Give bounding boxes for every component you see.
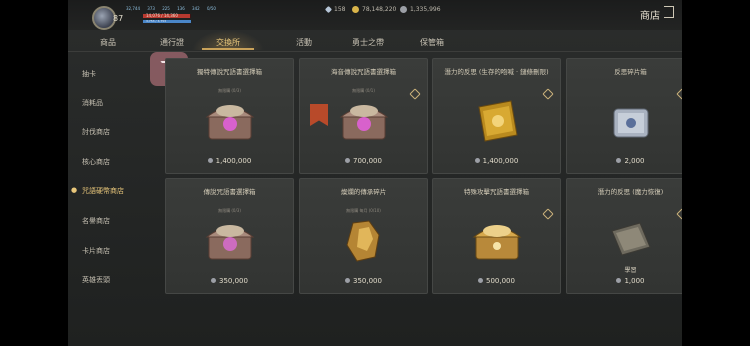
- silver-coin-icon: [616, 158, 622, 163]
- card-price: 1,400,000: [166, 157, 293, 165]
- silver-coin-icon: [474, 158, 480, 163]
- sidebar-item-core-shop[interactable]: 核心商店: [82, 157, 110, 167]
- stat-value: 373: [147, 6, 155, 11]
- chest-icon: [337, 97, 391, 147]
- card-price: 2,000: [567, 157, 682, 165]
- gold-coin-icon: [352, 6, 359, 13]
- shop-card[interactable]: 潛力的反思 (生存的咆喊 · 鏈條刪限) 1,400,000: [432, 58, 561, 174]
- price-value: 1,400,000: [215, 157, 252, 165]
- stat-value: 342: [192, 6, 200, 11]
- sidebar-item-honor-shop[interactable]: 名譽商店: [82, 216, 110, 226]
- tab-pass[interactable]: 通行證: [160, 37, 184, 48]
- card-purchase-limit: 無限購 (0/1): [352, 88, 375, 93]
- shop-title: 商店: [640, 11, 660, 22]
- sidebar-item-card-shop[interactable]: 卡片商店: [82, 246, 110, 256]
- card-title: 傳說咒語書選擇箱: [203, 188, 256, 196]
- card-title: 海音傳說咒語書選擇箱: [331, 68, 396, 76]
- pin-icon[interactable]: [544, 90, 552, 98]
- card-title: 潛力的反思 (生存的咆喊 · 鏈條刪限): [444, 68, 549, 76]
- card-price: 350,000: [166, 277, 293, 285]
- tab-warrior-belt[interactable]: 勇士之帶: [352, 37, 384, 48]
- price-value: 1,400,000: [482, 157, 519, 165]
- currency-value: 78,148,220: [362, 6, 397, 13]
- exit-icon[interactable]: [664, 6, 674, 18]
- player-level: 87: [113, 14, 124, 23]
- price-value: 350,000: [219, 277, 248, 285]
- card-price: 1,000: [567, 277, 682, 285]
- currency-gold: 78,148,220: [352, 6, 396, 13]
- silver-chest-icon: [606, 97, 656, 147]
- mp-text: 3,753 / 3,753: [146, 19, 167, 23]
- card-title: 潛力的反思 (魔力恢復): [597, 188, 664, 196]
- book-icon: [471, 97, 523, 149]
- card-price: 700,000: [300, 157, 427, 165]
- silver-coin-icon: [478, 278, 484, 283]
- card-purchase-limit: 無限購 (0/3): [218, 208, 241, 213]
- sidebar-item-hero[interactable]: 英雄丟頭: [82, 275, 110, 285]
- silver-coin-icon: [616, 278, 622, 283]
- game-shop-screen: 87 32,744 373 225 136 342 0/50 14,076 / …: [68, 0, 682, 346]
- stat-value: 225: [162, 6, 170, 11]
- silver-coin-icon: [211, 278, 217, 283]
- hp-text: 14,076 / 14,360: [146, 13, 178, 18]
- card-title: 反思碎片箱: [614, 68, 647, 76]
- price-value: 2,000: [624, 157, 645, 165]
- sidebar-item-spell-coin-shop[interactable]: 咒語硬幣商店: [82, 186, 124, 196]
- pin-icon[interactable]: [678, 90, 682, 98]
- stat-value: 136: [177, 6, 185, 11]
- active-indicator-icon: ●: [71, 186, 78, 194]
- learned-label: 學習: [624, 267, 637, 274]
- tab-events[interactable]: 活動: [296, 37, 312, 48]
- chest-icon: [203, 97, 257, 147]
- currency-diamond: 158: [324, 5, 346, 14]
- sidebar-item-consumables[interactable]: 消耗品: [82, 98, 103, 108]
- price-value: 1,000: [624, 277, 645, 285]
- gold-shards-icon: [339, 217, 389, 269]
- tab-storage[interactable]: 保管箱: [420, 37, 444, 48]
- sidebar-item-raid-shop[interactable]: 討伐商店: [82, 127, 110, 137]
- shop-card[interactable]: 海音傳說咒語書選擇箱 無限購 (0/1) 700,000: [299, 58, 428, 174]
- pin-icon[interactable]: [411, 90, 419, 98]
- currency-value: 158: [334, 6, 346, 13]
- shop-card[interactable]: 燦爛的傳承碎片 無限購 每月 (0/10) 350,000: [299, 178, 428, 294]
- silver-coin-icon: [345, 278, 351, 283]
- tab-exchange[interactable]: 交換所: [216, 37, 240, 48]
- card-purchase-limit: 無限購 每月 (0/10): [346, 208, 381, 213]
- price-value: 350,000: [353, 277, 382, 285]
- banner-icon: [310, 104, 328, 126]
- silver-coin-icon: [400, 6, 407, 13]
- diamond-icon: [324, 5, 333, 14]
- price-value: 500,000: [486, 277, 515, 285]
- chest-icon: [203, 217, 257, 267]
- active-tab-underline: [202, 48, 254, 50]
- silver-coin-icon: [345, 158, 351, 163]
- silver-coin-icon: [207, 158, 213, 163]
- pin-icon[interactable]: [544, 210, 552, 218]
- sidebar-item-gacha[interactable]: 抽卡: [82, 69, 96, 79]
- shop-card[interactable]: 傳說咒語書選擇箱 無限購 (0/3) 350,000: [165, 178, 294, 294]
- shop-card[interactable]: 潛力的反思 (魔力恢復) 學習 1,000: [566, 178, 682, 294]
- currency-value: 1,335,996: [410, 6, 441, 13]
- shop-card[interactable]: 特殊攻擊咒語書選擇箱 500,000: [432, 178, 561, 294]
- card-title: 特殊攻擊咒語書選擇箱: [464, 188, 529, 196]
- card-title: 獨特傳說咒語書選擇箱: [197, 68, 262, 76]
- card-price: 350,000: [300, 277, 427, 285]
- shop-card[interactable]: 反思碎片箱 2,000: [566, 58, 682, 174]
- card-price: 1,400,000: [433, 157, 560, 165]
- player-stat-line: 32,744 373 225 136 342 0/50: [126, 6, 222, 11]
- shop-card[interactable]: 獨特傳說咒語書選擇箱 無限購 (0/3) 1,400,000: [165, 58, 294, 174]
- stat-value: 0/50: [206, 6, 216, 11]
- card-purchase-limit: 無限購 (0/3): [218, 88, 241, 93]
- grey-book-icon: [606, 217, 656, 265]
- gold-chest-icon: [470, 217, 524, 267]
- price-value: 700,000: [353, 157, 382, 165]
- pin-icon[interactable]: [678, 210, 682, 218]
- card-price: 500,000: [433, 277, 560, 285]
- card-title: 燦爛的傳承碎片: [340, 188, 387, 196]
- currency-silver: 1,335,996: [400, 6, 441, 13]
- tab-products[interactable]: 商品: [100, 37, 116, 48]
- stat-value: 32,744: [126, 6, 140, 11]
